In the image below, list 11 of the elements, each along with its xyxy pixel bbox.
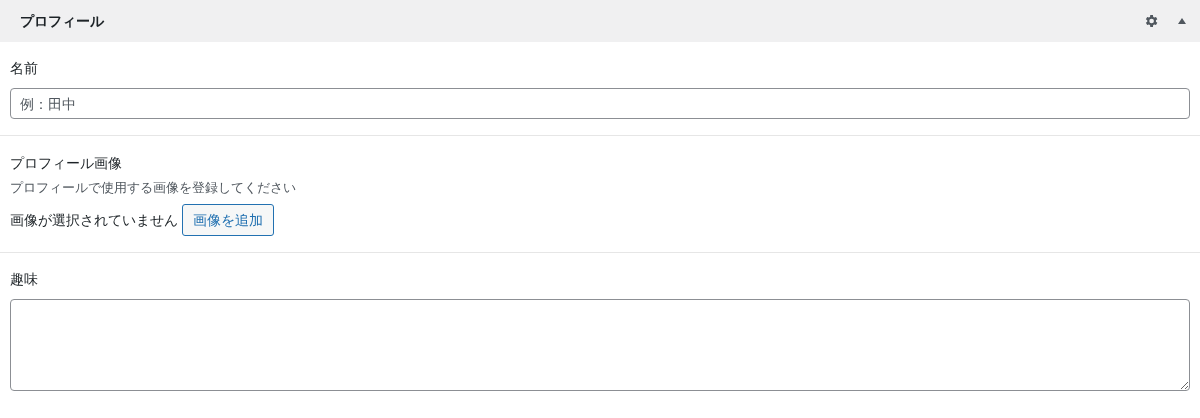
add-image-button[interactable]: 画像を追加	[182, 204, 274, 236]
collapse-icon[interactable]	[1178, 18, 1186, 24]
name-input[interactable]: 例：田中	[10, 88, 1190, 119]
image-status: 画像が選択されていません	[10, 210, 178, 230]
settings-icon[interactable]	[1143, 13, 1159, 29]
field-label: 名前	[10, 59, 38, 78]
panel-title: プロフィール	[20, 11, 104, 31]
field-label: 趣味	[10, 270, 38, 289]
field-label: プロフィール画像	[10, 154, 122, 173]
hobby-textarea[interactable]	[10, 299, 1190, 391]
field-description: プロフィールで使用する画像を登録してください	[10, 179, 296, 197]
